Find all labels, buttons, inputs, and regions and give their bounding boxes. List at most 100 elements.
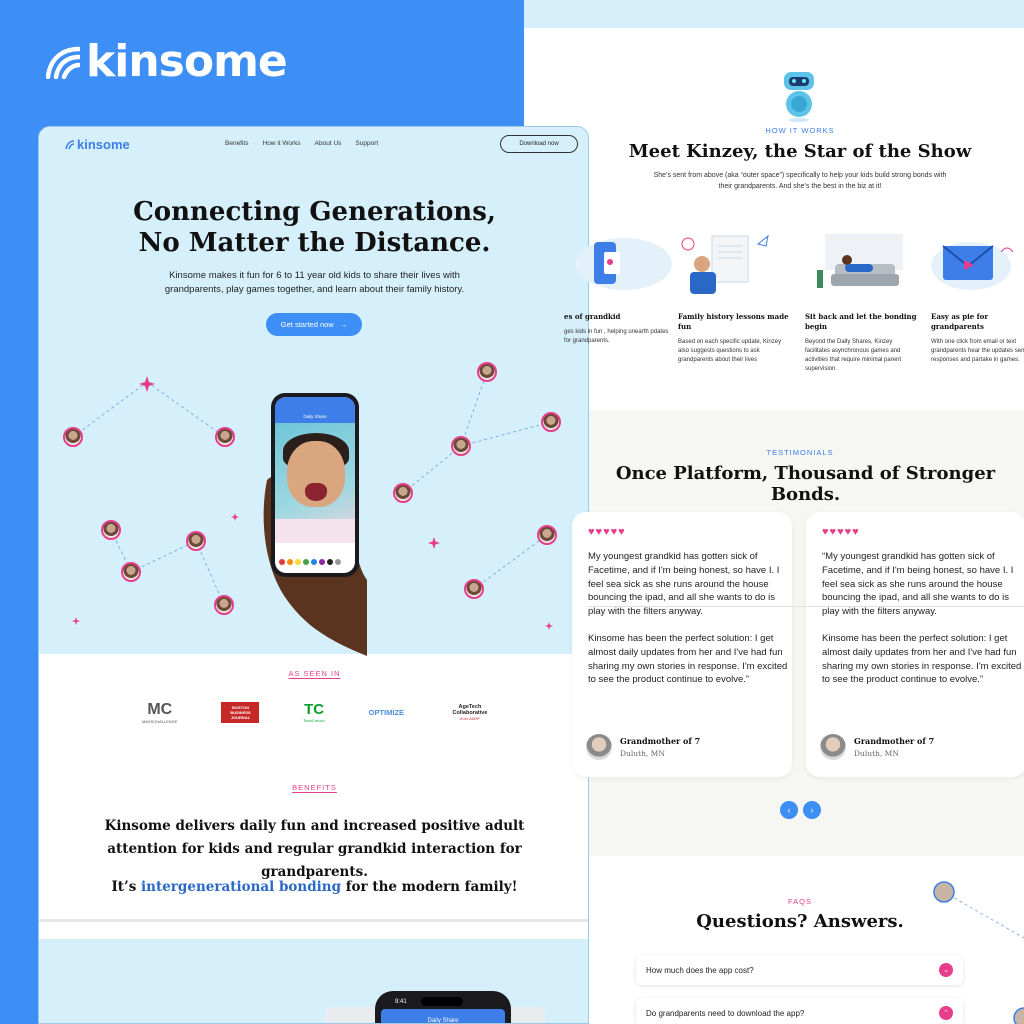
logo-mark-icon [65, 139, 75, 149]
avatar [186, 531, 206, 551]
feature-desc: Beyond the Daily Shares, Kinzey facilita… [805, 339, 902, 372]
avatar [477, 362, 497, 382]
brand-mark-icon [46, 46, 80, 79]
feature-title: es of grandkid [564, 312, 621, 321]
avatar [451, 436, 471, 456]
avatar [121, 562, 141, 582]
faq-question: How much does the app cost? [646, 965, 754, 975]
get-started-button[interactable]: Get started now → [266, 313, 362, 336]
feature-grandparents: Easy as pie for grandparents With one cl… [931, 230, 1024, 365]
avatar [215, 427, 235, 447]
agetech-collaborative-logo: AgeTech Collaborative from AARP [452, 703, 488, 721]
feature-title: Sit back and let the bonding begin [805, 312, 917, 331]
testimonial-quote: “My youngest grandkid has gotten sick of… [822, 551, 1022, 686]
site-logo-text: kinsome [77, 137, 130, 152]
testimonials-title: Once Platform, Thousand of Stronger Bond… [615, 463, 996, 505]
carousel-prev-button[interactable]: ‹ [780, 801, 798, 819]
optimize-logo: OPTIMIZE [368, 707, 405, 717]
get-started-label: Get started now [280, 320, 334, 329]
author-location: Duluth, MN [854, 749, 899, 758]
testimonial-quote: My youngest grandkid has gotten sick of … [588, 551, 788, 686]
chevron-up-icon[interactable]: ⌃ [939, 1006, 953, 1020]
hero-title: Connecting Generations, No Matter the Di… [39, 197, 588, 259]
bonding-prefix: It’s [111, 879, 142, 895]
feature-illustration [805, 230, 917, 300]
faq-item[interactable]: How much does the app cost? ⌄ [636, 955, 963, 985]
boston-business-journal-logo: BOSTON BUSINESS JOURNAL [221, 701, 260, 723]
feature-illustration [678, 230, 790, 300]
meet-kinzey-title: Meet Kinzey, the Star of the Show [628, 141, 972, 162]
press-logos: MC MASSCHALLENGE BOSTON BUSINESS JOURNAL… [142, 697, 492, 727]
hero-section: kinsome Benefits How it Works About Us S… [39, 127, 588, 656]
avatar [464, 579, 484, 599]
heart-rating-icon: ♥♥♥♥♥ [588, 526, 626, 538]
feature-daily-share: es of grandkid ges kids in fun , helping… [564, 230, 676, 346]
testimonial-card: ♥♥♥♥♥ “My youngest grandkid has gotten s… [806, 512, 1024, 777]
feature-illustration [564, 230, 676, 300]
phone-time: 9:41 [395, 999, 407, 1005]
download-button[interactable]: Download now [500, 135, 578, 153]
hero-title-line-2: No Matter the Distance. [138, 228, 491, 258]
faq-title: Questions? Answers. [696, 911, 904, 932]
as-seen-in-kicker: AS SEEN IN [288, 669, 341, 678]
phone-mockup: Daily Share [271, 393, 359, 577]
faq-item[interactable]: Do grandparents need to download the app… [636, 998, 963, 1024]
arrow-right-icon: → [339, 320, 348, 329]
faq-kicker: FAQS [787, 897, 812, 906]
top-strip [524, 0, 1024, 28]
kid-photo [275, 423, 355, 543]
nav-links: Benefits How it Works About Us Support [225, 140, 378, 147]
author-location: Duluth, MN [620, 749, 665, 758]
hero-title-line-1: Connecting Generations, [133, 197, 496, 227]
carousel-next-button[interactable]: › [803, 801, 821, 819]
testimonial-author: Grandmother of 7 Duluth, MN [586, 734, 700, 760]
feature-title: Easy as pie for grandparents [931, 312, 989, 331]
avatar [820, 734, 846, 760]
brand-logo: kinsome [46, 36, 288, 87]
how-it-works-kicker: HOW IT WORKS [765, 126, 835, 135]
card-divider-line [587, 606, 1024, 607]
nav-how-it-works[interactable]: How it Works [263, 140, 301, 147]
section-divider [39, 919, 588, 922]
chevron-down-icon[interactable]: ⌄ [939, 963, 953, 977]
site-mockup: kinsome Benefits How it Works About Us S… [38, 126, 589, 1024]
nav-about-us[interactable]: About Us [315, 140, 342, 147]
avatar [537, 525, 557, 545]
feature-desc: Based on each specific update, Kinzey al… [678, 339, 782, 363]
phone-header: Daily Share [275, 397, 355, 423]
bonding-suffix: for the modern family! [341, 879, 518, 895]
phone-screen: Daily Share [275, 397, 355, 573]
site-nav: kinsome Benefits How it Works About Us S… [39, 127, 588, 163]
nav-benefits[interactable]: Benefits [225, 140, 249, 147]
benefits-text: Kinsome delivers daily fun and increased… [104, 818, 525, 880]
site-logo[interactable]: kinsome [65, 137, 130, 152]
avatar [214, 595, 234, 615]
feature-bonding: Sit back and let the bonding begin Beyon… [805, 230, 917, 374]
avatar [541, 412, 561, 432]
feature-desc: With one click from email or text grandp… [931, 339, 1024, 363]
nav-support[interactable]: Support [355, 140, 378, 147]
testimonial-author: Grandmother of 7 Duluth, MN [820, 734, 934, 760]
feature-family-history: Family history lessons made fun Based on… [678, 230, 790, 365]
benefits-kicker: BENEFITS [292, 783, 337, 792]
brand-wordmark: kinsome [86, 36, 288, 87]
avatar [586, 734, 612, 760]
phone-header-2: Daily Share [381, 1009, 505, 1023]
avatar [63, 427, 83, 447]
feature-illustration [931, 230, 1024, 300]
techcrunch-logo: TC TechCrunch [303, 701, 325, 723]
meet-kinzey-subtitle: She’s sent from above (aka “outer space”… [653, 172, 947, 190]
phone-mockup-2: 9:41 Daily Share [375, 991, 511, 1023]
feature-desc: ges kids in fun , helping unearth pdates… [564, 329, 669, 344]
avatar [101, 520, 121, 540]
feature-title: Family history lessons made fun [678, 312, 789, 331]
avatar [393, 483, 413, 503]
author-name: Grandmother of 7 [620, 736, 701, 746]
heart-rating-icon: ♥♥♥♥♥ [822, 526, 860, 538]
testimonials-kicker: TESTIMONIALS [766, 448, 834, 457]
kinzey-robot-icon [784, 72, 814, 122]
bonding-highlight-link[interactable]: intergenerational bonding [141, 879, 341, 895]
testimonial-card: ♥♥♥♥♥ My youngest grandkid has gotten si… [572, 512, 792, 777]
hero-subtitle: Kinsome makes it fun for 6 to 11 year ol… [164, 270, 465, 295]
bonding-line: It’s intergenerational bonding for the m… [39, 879, 588, 895]
